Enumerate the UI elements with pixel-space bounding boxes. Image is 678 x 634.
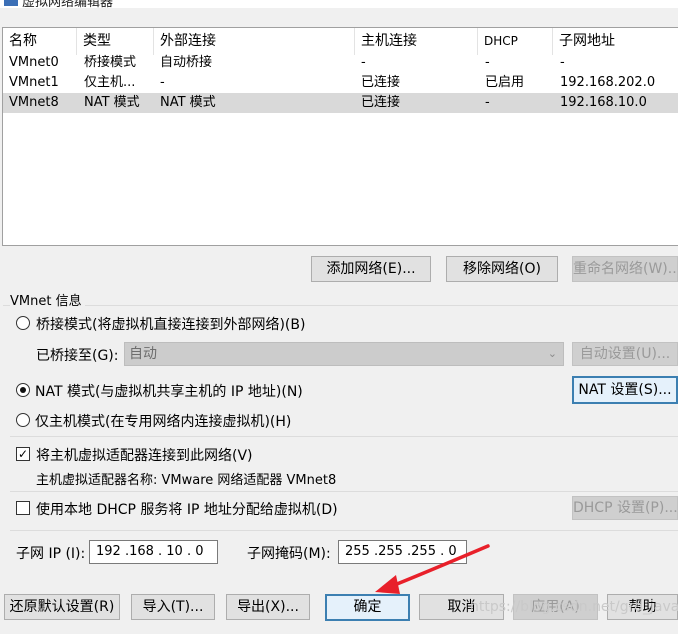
red-arrow-annotation [375,544,490,594]
arrow-shaft [390,544,490,588]
arrow-head [375,575,400,594]
